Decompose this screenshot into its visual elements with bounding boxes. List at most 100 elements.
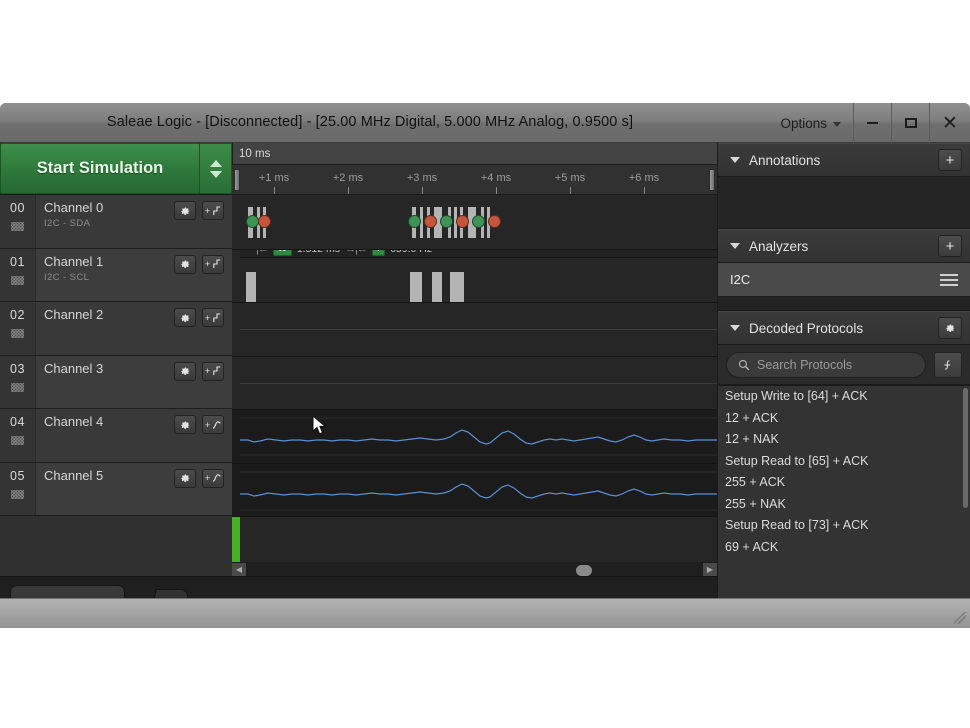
protocol-row[interactable]: Setup Write to [64] + ACK [718,386,970,408]
drag-handle-icon[interactable] [11,436,24,445]
drag-handle-icon[interactable] [11,329,24,338]
annotations-header[interactable]: Annotations + [718,143,970,177]
waveform-pane[interactable]: 10 ms +1 ms +2 ms +3 ms +4 ms [232,143,717,576]
add-digital-trigger-icon[interactable]: + [202,362,224,381]
channel-settings-gear-icon[interactable] [174,201,196,220]
channel-settings-gear-icon[interactable] [174,362,196,381]
search-placeholder: Search Protocols [757,358,852,372]
frequency-value: 659.0 Hz [390,250,432,256]
add-digital-trigger-icon[interactable]: + [202,308,224,327]
channel-settings-gear-icon[interactable] [174,308,196,327]
add-analog-trigger-icon[interactable]: + [202,469,224,488]
waveform-lane-0[interactable] [232,196,717,250]
waveform-lane-4[interactable] [232,410,717,464]
minimize-button[interactable] [854,103,892,143]
channel-name: Channel 3 [44,361,174,376]
hscroll-track[interactable] [246,563,703,577]
protocol-row[interactable]: 255 + ACK [718,472,970,494]
width-value: 1.512 ms [297,250,340,256]
timeline-ruler[interactable]: +1 ms +2 ms +3 ms +4 ms +5 ms [232,165,717,195]
search-icon [738,359,750,371]
resize-grip-icon[interactable] [954,612,966,624]
ruler-left-handle[interactable] [234,169,240,191]
protocol-list-scrollbar-thumb[interactable] [963,388,968,508]
channel-index-0: 00 [0,195,36,248]
ruler-right-handle[interactable] [709,169,715,191]
window-controls: Options ✕ [770,103,970,143]
channel-row-2[interactable]: 02 Channel 2 + [0,302,232,356]
waveform-lanes[interactable]: |← W 1.512 ms →|← f 659.0 Hz [232,196,717,562]
main-body: Start Simulation 00 Channel 0 I2C - SDA [0,143,970,628]
protocol-row[interactable]: 12 + ACK [718,408,970,430]
drag-handle-icon[interactable] [11,383,24,392]
channel-row-0[interactable]: 00 Channel 0 I2C - SDA + [0,195,232,249]
channel-actions-3: + [174,356,232,409]
annotations-list[interactable] [718,177,970,229]
svg-text:+: + [205,366,210,376]
options-label: Options [780,116,827,131]
protocol-row[interactable]: 69 + ACK [718,537,970,559]
channel-row-1[interactable]: 01 Channel 1 I2C - SCL + [0,249,232,303]
close-button[interactable]: ✕ [930,103,970,143]
start-simulation-button[interactable]: Start Simulation [0,143,200,194]
timeline-scale-bar[interactable]: 10 ms [232,143,717,165]
decoded-protocols-list[interactable]: Setup Write to [64] + ACK 12 + ACK 12 + … [718,385,970,628]
waveform-lane-5[interactable] [232,464,717,518]
add-annotation-button[interactable]: + [938,149,962,171]
channel-index-1: 01 [0,249,36,302]
drag-handle-icon[interactable] [11,490,24,499]
analyzer-item-i2c[interactable]: I2C [718,263,970,297]
measure-left-arrow-icon: |← [256,250,268,256]
drag-handle-icon[interactable] [11,222,24,231]
channel-actions-4: + [174,409,232,462]
channel-index-2: 02 [0,302,36,355]
channel-settings-gear-icon[interactable] [174,415,196,434]
add-analyzer-button[interactable]: + [938,235,962,257]
channel-number: 03 [10,362,25,376]
analyzers-title: Analyzers [749,239,938,254]
simulation-options-stepper[interactable] [200,143,232,194]
channel-actions-2: + [174,302,232,355]
chevron-down-icon[interactable] [730,157,740,163]
chevron-down-icon[interactable] [730,325,740,331]
channel-settings-gear-icon[interactable] [174,255,196,274]
decoded-protocols-title: Decoded Protocols [749,321,938,336]
chevron-down-icon[interactable] [730,243,740,249]
channel-info-1: Channel 1 I2C - SCL [36,249,174,302]
frequency-badge: f [372,250,385,257]
add-analog-trigger-icon[interactable]: + [202,415,224,434]
protocol-row[interactable]: 255 + NAK [718,494,970,516]
waveform-lane-1[interactable]: |← W 1.512 ms →|← f 659.0 Hz [232,250,717,304]
hscroll-thumb[interactable] [576,565,592,576]
channel-info-2: Channel 2 [36,302,174,355]
channel-row-4[interactable]: 04 Channel 4 + [0,409,232,463]
width-badge: W [273,250,292,257]
scroll-right-arrow-icon[interactable]: ▶ [703,563,717,577]
protocol-row[interactable]: 12 + NAK [718,429,970,451]
mouse-cursor [312,415,328,437]
chevron-down-icon[interactable] [210,171,222,178]
channel-row-3[interactable]: 03 Channel 3 + [0,356,232,410]
add-digital-trigger-icon[interactable]: + [202,201,224,220]
hamburger-icon[interactable] [940,274,958,286]
protocol-row[interactable]: Setup Read to [73] + ACK [718,515,970,537]
waveform-lane-2[interactable] [232,303,717,357]
maximize-button[interactable] [892,103,930,143]
channel-settings-gear-icon[interactable] [174,469,196,488]
protocol-marker-start [472,215,485,228]
add-digital-trigger-icon[interactable]: + [202,255,224,274]
options-menu-button[interactable]: Options [770,103,854,143]
chevron-up-icon[interactable] [210,160,222,167]
analyzers-header[interactable]: Analyzers + [718,229,970,263]
search-protocols-field[interactable]: Search Protocols [726,352,926,378]
protocol-row[interactable]: Setup Read to [65] + ACK [718,451,970,473]
svg-text:+: + [205,473,210,483]
decoded-settings-gear-icon[interactable] [938,317,962,339]
waveform-hscrollbar[interactable]: ◀ ▶ [232,562,717,576]
scroll-left-arrow-icon[interactable]: ◀ [232,563,246,577]
drag-handle-icon[interactable] [11,276,24,285]
channel-row-5[interactable]: 05 Channel 5 + [0,463,232,517]
waveform-lane-3[interactable] [232,357,717,411]
decoded-protocols-header[interactable]: Decoded Protocols [718,311,970,345]
export-protocols-button[interactable] [934,352,962,378]
